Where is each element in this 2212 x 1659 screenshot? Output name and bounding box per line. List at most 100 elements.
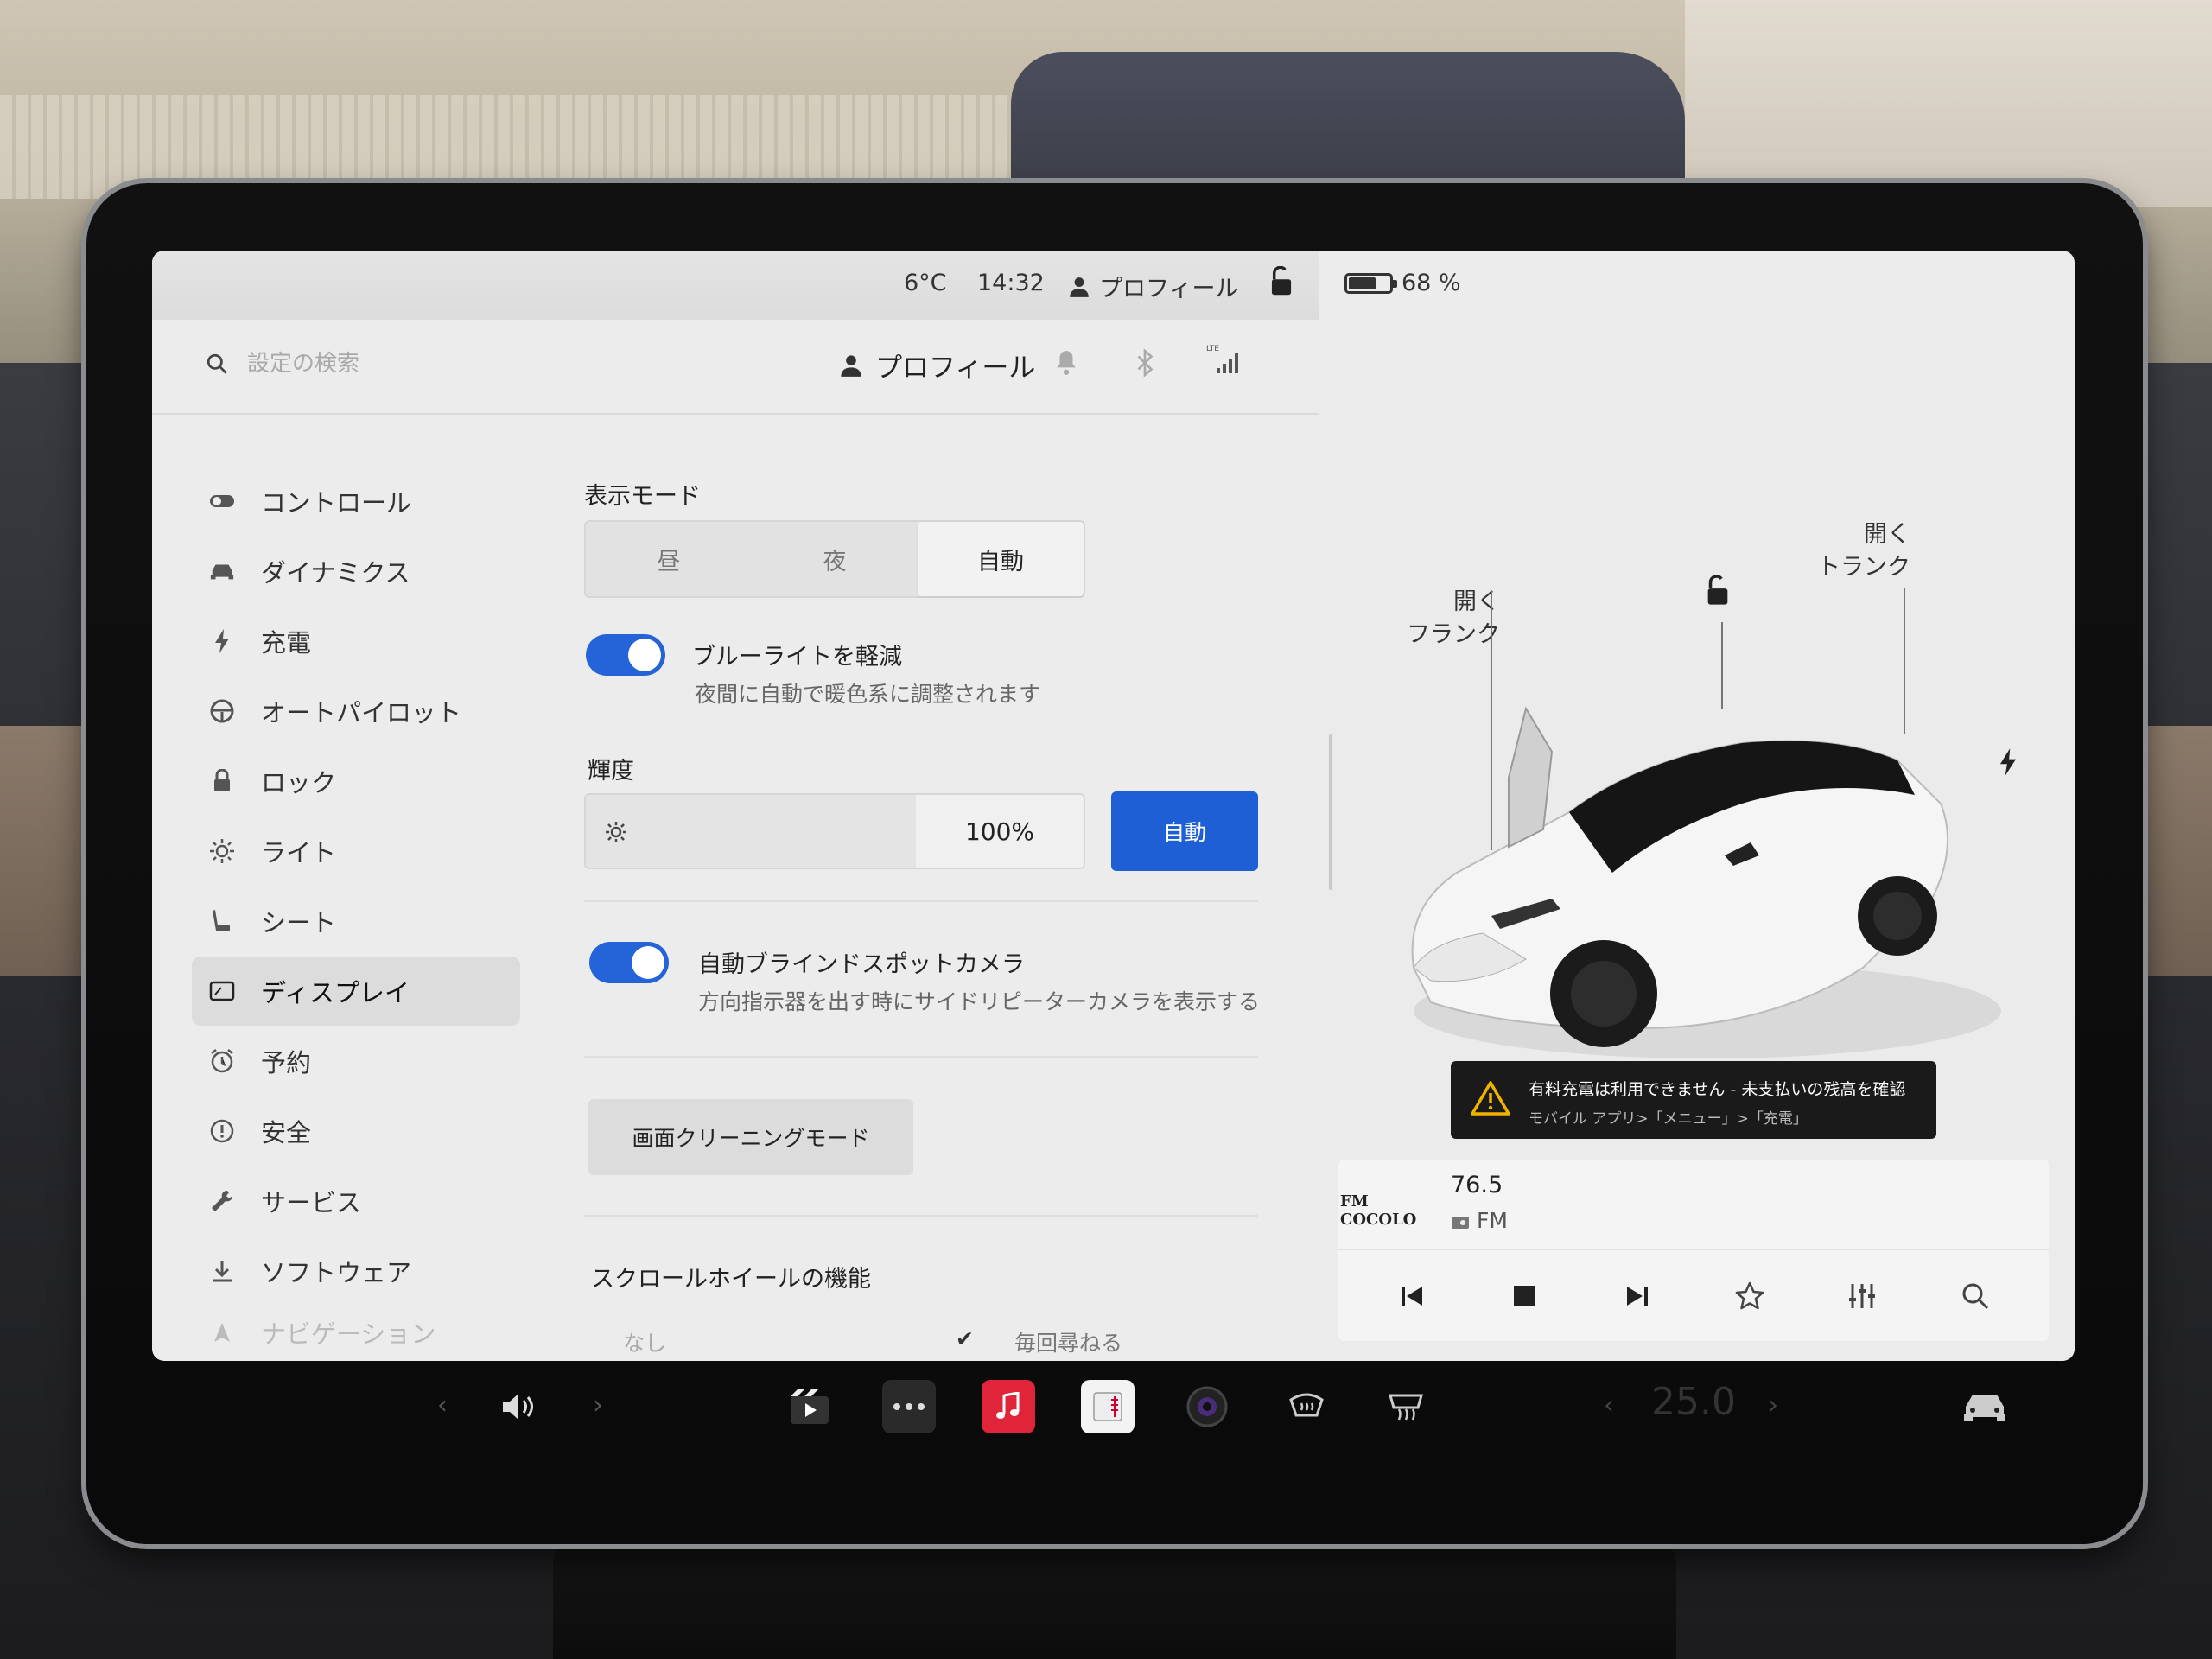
steering-wheel-icon <box>209 698 235 724</box>
nav-item-software[interactable]: ソフトウェア <box>192 1236 520 1306</box>
bluelight-title: ブルーライトを軽減 <box>692 644 902 671</box>
stop-icon[interactable] <box>1498 1270 1550 1322</box>
station-frequency: 76.5 <box>1451 1172 1503 1198</box>
temp-down-arrow[interactable]: ‹ <box>1604 1390 1614 1421</box>
nav-item-display[interactable]: ディスプレイ <box>192 957 520 1026</box>
car-controls-icon[interactable] <box>1958 1380 2012 1433</box>
car-unlock-icon[interactable] <box>1703 575 1732 611</box>
info-circle-icon <box>209 1118 235 1144</box>
nav-item-navigation[interactable]: ナビゲーション <box>192 1306 520 1358</box>
mode-night-option[interactable]: 夜 <box>752 522 918 596</box>
nav-item-controls[interactable]: コントロール <box>192 467 520 536</box>
alarm-icon <box>209 1048 235 1074</box>
panel-scroll-indicator <box>1329 734 1332 890</box>
more-apps-icon[interactable] <box>882 1380 936 1433</box>
toybox-app-icon[interactable] <box>1081 1380 1135 1433</box>
nav-item-seats[interactable]: シート <box>192 887 520 956</box>
bell-icon[interactable] <box>1055 349 1077 378</box>
scroll-option-ask[interactable]: 毎回尋ねる <box>1014 1326 1122 1357</box>
nav-label: ディスプレイ <box>261 978 410 1007</box>
station-band: FM <box>1451 1208 1508 1233</box>
favorite-star-icon[interactable] <box>1724 1270 1776 1322</box>
temp-up-arrow[interactable]: › <box>1768 1390 1778 1421</box>
volume-icon[interactable] <box>493 1380 547 1433</box>
equalizer-icon[interactable] <box>1836 1270 1888 1322</box>
search-input[interactable] <box>247 351 506 377</box>
brightness-slider[interactable]: 100% <box>584 793 1085 869</box>
alert-subtitle: モバイル アプリ>「メニュー」>「充電」 <box>1529 1110 1808 1128</box>
nav-item-lights[interactable]: ライト <box>192 817 520 886</box>
display-mode-segmented: 昼 夜 自動 <box>584 520 1085 598</box>
camera-app-icon[interactable] <box>1180 1380 1234 1433</box>
frunk-open-label: 開く <box>1453 588 1500 615</box>
nav-item-charging[interactable]: 充電 <box>192 607 520 676</box>
unlock-icon <box>1271 265 1292 296</box>
brightness-label: 輝度 <box>588 758 634 785</box>
nav-item-schedule[interactable]: 予約 <box>192 1027 520 1096</box>
station-logo: FM COCOLO <box>1340 1192 1417 1229</box>
battery-indicator: 68 % <box>1344 270 1461 296</box>
nav-label: ロック <box>261 768 337 798</box>
sun-icon <box>603 819 629 849</box>
settings-header: プロフィール LTE <box>152 320 1319 415</box>
front-defrost-icon[interactable] <box>1280 1380 1333 1433</box>
previous-track-icon[interactable] <box>1386 1270 1438 1322</box>
seat-icon <box>209 908 235 934</box>
brightness-value[interactable]: 100% <box>916 795 1084 868</box>
nav-item-lock[interactable]: ロック <box>192 747 520 816</box>
frunk-label: フランク <box>1407 621 1500 648</box>
scroll-option-none[interactable]: なし <box>623 1326 666 1357</box>
download-icon <box>209 1259 235 1283</box>
media-player: FM COCOLO 76.5 FM <box>1338 1160 2049 1341</box>
toggle-icon <box>209 493 235 510</box>
media-now-playing[interactable]: FM COCOLO 76.5 FM <box>1338 1160 2049 1250</box>
divider <box>584 1056 1258 1058</box>
blindspot-toggle[interactable] <box>589 942 669 983</box>
nav-label: ダイナミクス <box>261 558 410 588</box>
music-app-icon[interactable] <box>982 1380 1035 1433</box>
divider <box>584 1215 1258 1217</box>
rear-defrost-icon[interactable] <box>1379 1380 1433 1433</box>
frunk-open-button[interactable]: 開く フランク <box>1379 586 1500 652</box>
nav-item-safety[interactable]: 安全 <box>192 1096 520 1166</box>
volume-down-arrow[interactable]: ‹ <box>437 1390 448 1421</box>
center-console <box>553 1538 1676 1659</box>
profile-label: プロフィール <box>875 353 1036 384</box>
status-profile-label: プロフィール <box>1099 276 1239 302</box>
blindspot-subtitle: 方向指示器を出す時にサイドリピーターカメラを表示する <box>698 989 1261 1014</box>
navigation-icon <box>209 1321 235 1344</box>
theater-app-icon[interactable] <box>783 1380 836 1433</box>
clock: 14:32 <box>977 270 1045 296</box>
next-track-icon[interactable] <box>1611 1270 1663 1322</box>
mode-auto-option[interactable]: 自動 <box>918 522 1084 596</box>
bluetooth-icon[interactable] <box>1135 348 1154 380</box>
alert-title: 有料充電は利用できません - 未支払いの残高を確認 <box>1529 1080 1906 1099</box>
radio-icon <box>1452 1216 1469 1229</box>
volume-up-arrow[interactable]: › <box>593 1390 603 1421</box>
cabin-temperature[interactable]: 25.0 <box>1651 1380 1736 1424</box>
nav-label: オートパイロット <box>261 698 462 728</box>
media-search-icon[interactable] <box>1949 1270 2001 1322</box>
charging-alert-banner[interactable]: 有料充電は利用できません - 未支払いの残高を確認 モバイル アプリ>「メニュー… <box>1451 1061 1936 1139</box>
nav-label: ソフトウェア <box>261 1258 412 1287</box>
nav-label: コントロール <box>261 488 412 518</box>
screen-cleaning-button[interactable]: 画面クリーニングモード <box>588 1099 913 1175</box>
brightness-auto-button[interactable]: 自動 <box>1111 791 1258 871</box>
scroll-wheel-label: スクロールホイールの機能 <box>591 1266 871 1293</box>
bluelight-subtitle: 夜間に自動で暖色系に調整されます <box>695 682 1041 707</box>
mode-day-option[interactable]: 昼 <box>586 522 752 596</box>
bluelight-toggle[interactable] <box>586 634 665 676</box>
trunk-label: トランク <box>1817 554 1910 581</box>
nav-item-dynamics[interactable]: ダイナミクス <box>192 537 520 606</box>
profile-button[interactable]: プロフィール <box>839 346 1035 385</box>
trunk-open-button[interactable]: 開く トランク <box>1794 518 1910 584</box>
battery-percent: 68 % <box>1402 270 1461 296</box>
nav-item-service[interactable]: サービス <box>192 1166 520 1236</box>
status-profile-button[interactable]: プロフィール <box>1068 270 1238 303</box>
nav-label: ナビゲーション <box>261 1319 436 1349</box>
sun-icon <box>209 838 235 864</box>
trunk-open-label: 開く <box>1864 521 1910 548</box>
settings-search[interactable] <box>206 351 506 377</box>
status-lock-button[interactable] <box>1267 265 1296 303</box>
nav-item-autopilot[interactable]: オートパイロット <box>192 677 520 746</box>
